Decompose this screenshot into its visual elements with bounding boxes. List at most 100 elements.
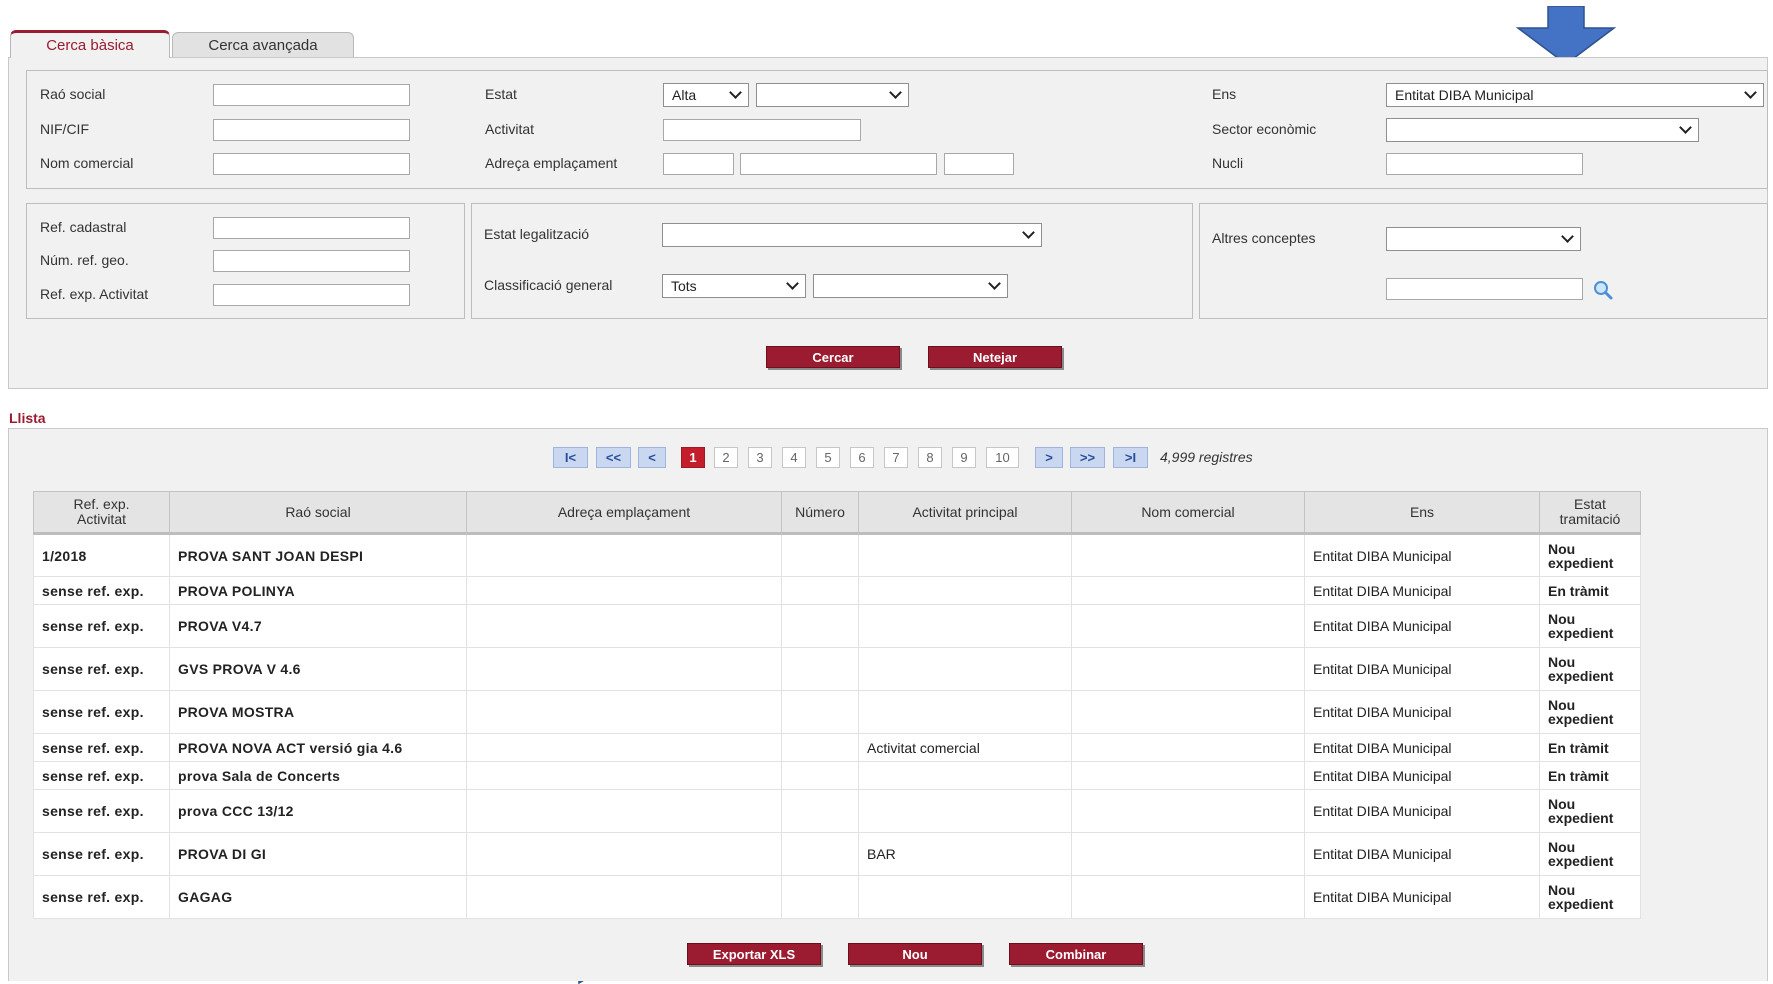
tab-cerca-basica[interactable]: Cerca bàsica — [10, 30, 170, 58]
altres-input[interactable] — [1386, 278, 1583, 300]
cell-rao-social: PROVA NOVA ACT versió gia 4.6 — [169, 733, 467, 762]
cell-ens: Entitat DIBA Municipal — [1304, 647, 1540, 691]
classificacio-label: Classificació general — [484, 277, 613, 293]
table-row[interactable]: 1/2018 PROVA SANT JOAN DESPI Entitat DIBA … — [33, 533, 1641, 577]
cell-rao-social: prova Sala de Concerts — [169, 761, 467, 790]
cell-ens: Entitat DIBA Municipal — [1304, 533, 1540, 577]
altres-label: Altres conceptes — [1212, 230, 1316, 246]
cell-adreca — [466, 576, 782, 605]
adreca-street-input[interactable] — [740, 153, 937, 175]
page-5-button[interactable]: 5 — [816, 447, 840, 468]
table-row[interactable]: sense ref. exp. PROVA POLINYA Entitat DIBA… — [33, 576, 1641, 605]
last-page-button[interactable]: >I — [1113, 447, 1148, 468]
cell-ref: sense ref. exp. — [33, 690, 170, 734]
ens-select[interactable]: Entitat DIBA Municipal — [1386, 83, 1764, 107]
ref-exp-activitat-input[interactable] — [213, 284, 410, 306]
table-row[interactable]: sense ref. exp. PROVA NOVA ACT versió gia… — [33, 733, 1641, 762]
combinar-button[interactable]: Combinar — [1009, 943, 1143, 965]
page-3-button[interactable]: 3 — [748, 447, 772, 468]
estat-label: Estat — [485, 86, 517, 102]
page-2-button[interactable]: 2 — [714, 447, 738, 468]
rao-social-label: Raó social — [40, 86, 106, 102]
cell-nom-comercial — [1071, 789, 1305, 833]
col-rao-social[interactable]: Raó social — [169, 491, 467, 535]
chevron-down-icon — [786, 277, 799, 290]
page-7-button[interactable]: 7 — [884, 447, 908, 468]
prev-block-button[interactable]: << — [596, 447, 631, 468]
page-9-button[interactable]: 9 — [952, 447, 976, 468]
col-numero[interactable]: Número — [781, 491, 859, 535]
col-adreca[interactable]: Adreça emplaçament — [466, 491, 782, 535]
table-row[interactable]: sense ref. exp. PROVA MOSTRA Entitat DIBA … — [33, 690, 1641, 734]
cell-activitat — [858, 647, 1072, 691]
table-row[interactable]: sense ref. exp. GAGAG Entitat DIBA Municip… — [33, 875, 1641, 919]
chevron-down-icon — [1561, 230, 1574, 243]
table-row[interactable]: sense ref. exp. prova CCC 13/12 Entitat DI… — [33, 789, 1641, 833]
cell-numero — [781, 832, 859, 876]
cell-ens: Entitat DIBA Municipal — [1304, 789, 1540, 833]
classificacio-value: Tots — [671, 278, 697, 294]
cell-ens: Entitat DIBA Municipal — [1304, 733, 1540, 762]
col-nom-comercial[interactable]: Nom comercial — [1071, 491, 1305, 535]
cell-activitat — [858, 604, 1072, 648]
nucli-input[interactable] — [1386, 153, 1583, 175]
page-4-button[interactable]: 4 — [782, 447, 806, 468]
classificacio-sub-select[interactable] — [813, 274, 1008, 298]
table-row[interactable]: sense ref. exp. GVS PROVA V 4.6 Entitat DI… — [33, 647, 1641, 691]
nom-comercial-label: Nom comercial — [40, 155, 134, 171]
sector-select[interactable] — [1386, 118, 1699, 142]
nif-cif-input[interactable] — [213, 119, 410, 141]
num-ref-geo-input[interactable] — [213, 250, 410, 272]
rao-social-input[interactable] — [213, 84, 410, 106]
table-row[interactable]: sense ref. exp. PROVA DI GI BAR Entitat DIB… — [33, 832, 1641, 876]
adreca-type-input[interactable] — [663, 153, 734, 175]
cell-nom-comercial — [1071, 533, 1305, 577]
adreca-number-input[interactable] — [944, 153, 1014, 175]
page-8-button[interactable]: 8 — [918, 447, 942, 468]
estat-sub-select[interactable] — [756, 83, 909, 107]
page-10-button[interactable]: 10 — [986, 447, 1019, 468]
estat-select[interactable]: Alta — [663, 83, 749, 107]
cell-nom-comercial — [1071, 576, 1305, 605]
col-ref-line2: Activitat — [76, 511, 126, 527]
search-icon[interactable] — [1591, 278, 1615, 302]
cell-rao-social: PROVA MOSTRA — [169, 690, 467, 734]
tab-cerca-avancada[interactable]: Cerca avançada — [172, 32, 354, 58]
classificacio-select[interactable]: Tots — [662, 274, 806, 298]
cell-ens: Entitat DIBA Municipal — [1304, 604, 1540, 648]
nom-comercial-input[interactable] — [213, 153, 410, 175]
col-ref-exp[interactable]: Ref. exp. Activitat — [33, 491, 170, 535]
cell-adreca — [466, 761, 782, 790]
next-page-button[interactable]: > — [1035, 447, 1063, 468]
exportar-xls-button[interactable]: Exportar XLS — [687, 943, 821, 965]
table-row[interactable]: sense ref. exp. PROVA V4.7 Entitat DIBA Mu… — [33, 604, 1641, 648]
cell-adreca — [466, 789, 782, 833]
altres-select[interactable] — [1386, 227, 1581, 251]
ref-cadastral-input[interactable] — [213, 217, 410, 239]
page-1-button[interactable]: 1 — [681, 447, 705, 468]
cell-activitat — [858, 875, 1072, 919]
results-table: Ref. exp. Activitat Raó social Adreça emp… — [33, 491, 1641, 919]
next-block-button[interactable]: >> — [1070, 447, 1105, 468]
first-page-button[interactable]: I< — [553, 447, 588, 468]
page-6-button[interactable]: 6 — [850, 447, 874, 468]
nou-button[interactable]: Nou — [848, 943, 982, 965]
prev-page-button[interactable]: < — [638, 447, 666, 468]
cercar-button[interactable]: Cercar — [766, 346, 900, 368]
cell-ref: sense ref. exp. — [33, 647, 170, 691]
chevron-down-icon — [1022, 226, 1035, 239]
col-estat[interactable]: Estat tramitació — [1539, 491, 1641, 535]
tab-label: Cerca avançada — [208, 37, 318, 54]
cell-nom-comercial — [1071, 604, 1305, 648]
activitat-input[interactable] — [663, 119, 861, 141]
cell-estat: Nou expedient — [1539, 690, 1641, 734]
cell-adreca — [466, 875, 782, 919]
estat-legalitzacio-select[interactable] — [662, 223, 1042, 247]
cell-adreca — [466, 690, 782, 734]
estat-value: Alta — [672, 87, 697, 103]
chevron-down-icon — [1679, 121, 1692, 134]
table-row[interactable]: sense ref. exp. prova Sala de Concerts Ent… — [33, 761, 1641, 790]
col-ens[interactable]: Ens — [1304, 491, 1540, 535]
col-activitat[interactable]: Activitat principal — [858, 491, 1072, 535]
netejar-button[interactable]: Netejar — [928, 346, 1062, 368]
